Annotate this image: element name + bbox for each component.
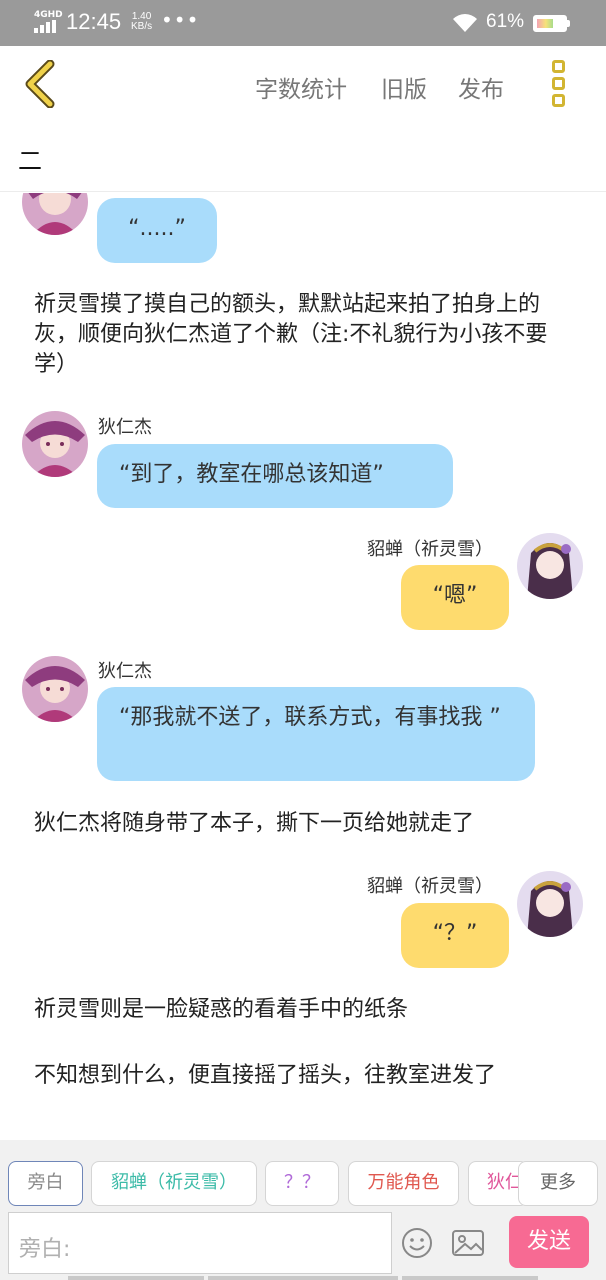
- role-chip-diaochan[interactable]: 貂蝉（祈灵雪）: [91, 1161, 257, 1206]
- more-roles-button[interactable]: 更多: [518, 1161, 598, 1206]
- avatar-diaochan[interactable]: [517, 871, 583, 937]
- word-count-button[interactable]: 字数统计: [255, 70, 347, 104]
- role-chip-narrator[interactable]: 旁白: [8, 1161, 83, 1206]
- chat-content[interactable]: “.....” 祈灵雪摸了摸自己的额头，默默站起来拍了拍身上的灰，顺便向狄仁杰道…: [0, 193, 606, 1138]
- chat-bubble[interactable]: “到了，教室在哪总该知道”: [97, 444, 453, 508]
- clock: 12:45: [66, 9, 122, 34]
- chat-bubble[interactable]: “那我就不送了，联系方式，有事找我 ”: [97, 687, 535, 781]
- back-chevron-icon[interactable]: [22, 59, 62, 109]
- narration-text[interactable]: 祈灵雪摸了摸自己的额头，默默站起来拍了拍身上的灰，顺便向狄仁杰道了个歉（注:不礼…: [34, 290, 574, 380]
- avatar-diaochan[interactable]: [517, 533, 583, 599]
- speaker-name: 狄仁杰: [98, 417, 152, 438]
- message-input[interactable]: 旁白:: [8, 1212, 392, 1274]
- narration-text[interactable]: 祈灵雪则是一脸疑惑的看着手中的纸条: [34, 995, 574, 1025]
- app-header: 字数统计 旧版 发布: [0, 46, 606, 124]
- image-icon[interactable]: [451, 1226, 485, 1260]
- more-notifications-icon: •••: [161, 8, 200, 32]
- emoji-icon[interactable]: [400, 1226, 434, 1260]
- chapter-title-row: 二: [0, 124, 606, 192]
- role-chip-unknown[interactable]: ？？: [265, 1161, 339, 1206]
- avatar-direnjie[interactable]: [22, 193, 88, 235]
- chat-bubble[interactable]: “.....”: [97, 198, 217, 263]
- speaker-name: 貂蝉（祈灵雪）: [367, 876, 493, 897]
- battery-icon: [533, 15, 567, 32]
- send-button[interactable]: 发送: [509, 1216, 589, 1268]
- wifi-icon: [453, 14, 477, 32]
- more-menu-icon[interactable]: [546, 60, 570, 110]
- speaker-name: 貂蝉（祈灵雪）: [367, 539, 493, 560]
- network-type: 4GHD: [34, 10, 63, 20]
- avatar-direnjie[interactable]: [22, 411, 88, 477]
- input-bar: 旁白: 发送: [0, 1212, 606, 1280]
- network-speed: 1.40 KB/s: [131, 11, 153, 32]
- role-chip-universal[interactable]: 万能角色: [348, 1161, 459, 1206]
- avatar-direnjie[interactable]: [22, 656, 88, 722]
- signal-icon: [34, 20, 58, 33]
- role-selector-bar: 旁白 貂蝉（祈灵雪） ？？ 万能角色 狄仁杰 更多: [0, 1140, 606, 1212]
- battery-percent: 61%: [486, 11, 525, 32]
- chat-bubble[interactable]: “嗯”: [401, 565, 509, 630]
- narration-text[interactable]: 不知想到什么，便直接摇了摇头，往教室进发了: [34, 1061, 574, 1091]
- narration-text[interactable]: 狄仁杰将随身带了本子，撕下一页给她就走了: [34, 809, 574, 839]
- chat-bubble[interactable]: “？”: [401, 903, 509, 968]
- old-version-button[interactable]: 旧版: [381, 70, 427, 104]
- speaker-name: 狄仁杰: [98, 661, 152, 682]
- chapter-title[interactable]: 二: [18, 141, 42, 176]
- status-bar: 4GHD 12:45 1.40 KB/s ••• 61%: [0, 0, 606, 46]
- publish-button[interactable]: 发布: [458, 70, 504, 104]
